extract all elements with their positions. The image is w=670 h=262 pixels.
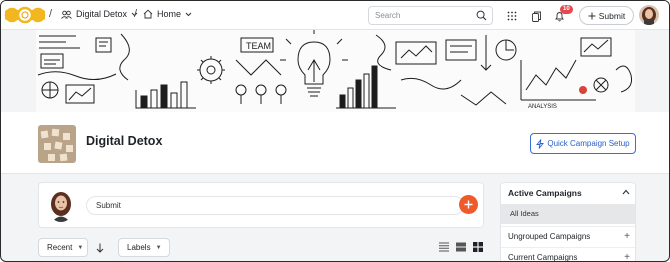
submit-button[interactable]: Submit [579,6,634,25]
campaign-group-current[interactable]: Current Campaigns + [501,247,635,262]
logo-rings-icon[interactable] [4,5,46,25]
svg-text:ANALYSIS: ANALYSIS [528,104,557,110]
bolt-icon [536,138,545,149]
banner-image: TEAM ANALYSIS [36,30,635,112]
campaigns-panel-title: Active Campaigns [508,188,582,198]
search-icon[interactable] [476,10,487,21]
list-view-icon[interactable] [439,242,449,252]
submit-button-label: Submit [598,10,626,21]
composer-avatar [47,189,75,222]
search-box [368,6,493,25]
sort-direction-button[interactable] [91,238,109,257]
community-header: Digital Detox Quick Campaign Setup [1,112,669,174]
labels-dropdown[interactable]: Labels ▼ [118,238,170,257]
home-icon [143,9,153,19]
breadcrumb-home-label: Home [157,9,182,19]
campaigns-panel-header[interactable]: Active Campaigns [501,183,635,203]
composer-input[interactable]: Submit [86,196,464,215]
app-window: / Digital Detox / Home Search 10 Submit … [0,0,670,262]
compact-view-icon[interactable] [456,242,466,252]
campaign-group-label: Current Campaigns [508,253,578,262]
breadcrumb-community[interactable]: Digital Detox [61,9,138,19]
plus-icon [464,200,473,209]
notification-badge: 10 [560,5,573,14]
quick-campaign-setup-button[interactable]: Quick Campaign Setup [530,133,636,154]
user-avatar[interactable] [639,5,659,25]
breadcrumb-home[interactable]: Home [143,9,192,19]
plus-icon [588,12,596,19]
expand-plus-icon[interactable]: + [624,227,630,247]
breadcrumb-community-label: Digital Detox [76,9,128,19]
sort-dropdown-label: Recent [47,243,73,252]
documents-button[interactable] [528,8,544,24]
campaign-group-ungrouped[interactable]: Ungrouped Campaigns + [501,226,635,247]
community-thumbnail [38,125,76,163]
caret-down-icon: ▼ [77,244,84,251]
apps-grid-icon [507,11,517,21]
community-icon [61,10,72,19]
apps-grid-button[interactable] [504,8,520,24]
campaigns-panel: Active Campaigns All Ideas Ungrouped Cam… [500,182,636,262]
quick-campaign-setup-label: Quick Campaign Setup [547,139,630,148]
sort-dropdown[interactable]: Recent ▼ [38,238,88,257]
svg-text:TEAM: TEAM [246,41,271,51]
grid-view-icon[interactable] [473,242,483,252]
add-idea-button[interactable] [459,195,478,214]
all-ideas-item[interactable]: All Ideas [501,204,635,224]
breadcrumb-separator: / [49,8,53,20]
caret-down-icon: ▼ [155,244,162,251]
expand-plus-icon[interactable]: + [624,248,630,261]
doc-icon [531,11,541,22]
top-nav: / Digital Detox / Home Search 10 Submit [1,1,669,30]
campaign-group-label: Ungrouped Campaigns [508,232,591,241]
search-input[interactable] [369,11,469,20]
doodle-illustration: TEAM ANALYSIS [37,30,632,110]
breadcrumb-separator: / [134,8,138,20]
page-title: Digital Detox [86,134,163,148]
chevron-up-icon[interactable] [622,189,630,195]
sort-arrow-icon [96,243,104,253]
idea-composer: Submit [38,182,484,228]
labels-dropdown-label: Labels [127,243,151,252]
chevron-down-icon [185,12,192,16]
